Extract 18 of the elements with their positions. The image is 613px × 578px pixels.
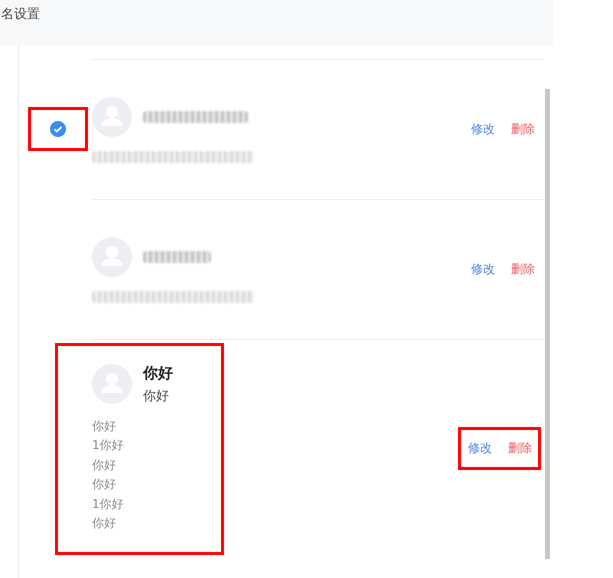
blurred-text — [143, 250, 211, 262]
scrollbar-thumb[interactable] — [545, 89, 550, 559]
page-title: 名设置 — [1, 6, 40, 23]
delete-link[interactable]: 删除 — [511, 261, 535, 278]
signature-line: 你好 — [92, 418, 117, 434]
signature-line: 你好 — [92, 515, 117, 532]
edit-link[interactable]: 修改 — [471, 261, 495, 278]
delete-link[interactable]: 删除 — [508, 440, 532, 457]
signature-subtitle: 你好 — [143, 388, 170, 404]
signature-line: 1你好 — [92, 496, 125, 512]
delete-link[interactable]: 删除 — [511, 121, 535, 138]
edit-link[interactable]: 修改 — [471, 121, 495, 138]
signature-line: 你好 — [92, 456, 117, 474]
check-icon[interactable] — [50, 121, 66, 137]
signature-line: 1你好 — [92, 437, 125, 454]
edit-link[interactable]: 修改 — [468, 440, 492, 457]
signature-name: 你好 — [143, 364, 173, 382]
signature-line: 你好 — [92, 476, 117, 493]
